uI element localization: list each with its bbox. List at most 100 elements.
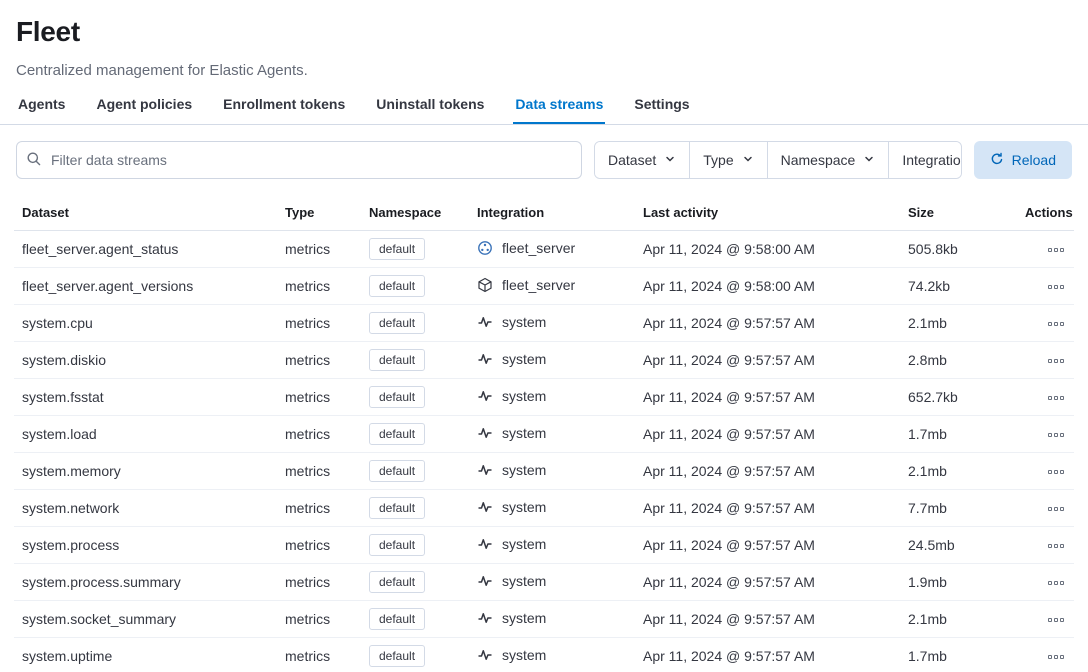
tab-label: Agents [18, 96, 65, 112]
dataset-cell: system.socket_summary [14, 601, 277, 638]
system-icon [477, 425, 493, 441]
ellipsis-menu-icon[interactable] [1046, 503, 1066, 515]
last-activity-cell: Apr 11, 2024 @ 9:57:57 AM [635, 601, 900, 638]
last-activity-cell: Apr 11, 2024 @ 9:57:57 AM [635, 564, 900, 601]
dataset-cell: fleet_server.agent_status [14, 231, 277, 268]
system-icon [477, 351, 493, 367]
column-header-size: Size [900, 199, 1017, 231]
namespace-badge: default [369, 275, 425, 297]
actions-cell [1017, 268, 1074, 305]
tab-settings[interactable]: Settings [632, 96, 691, 124]
table-row: fleet_server.agent_versions metrics defa… [14, 268, 1074, 305]
integration-label: system [502, 314, 546, 330]
search-box [16, 141, 582, 179]
namespace-badge: default [369, 608, 425, 630]
namespace-cell: default [361, 601, 469, 638]
type-cell: metrics [277, 305, 361, 342]
actions-cell [1017, 490, 1074, 527]
reload-button[interactable]: Reload [974, 141, 1072, 179]
system-icon [477, 388, 493, 404]
tab-enrollment-tokens[interactable]: Enrollment tokens [221, 96, 347, 124]
tab-agents[interactable]: Agents [16, 96, 67, 124]
namespace-cell: default [361, 379, 469, 416]
system-icon [477, 314, 493, 330]
type-filter-dropdown[interactable]: Type [689, 142, 766, 178]
namespace-filter-dropdown[interactable]: Namespace [767, 142, 889, 178]
dataset-cell: system.memory [14, 453, 277, 490]
dataset-cell: system.fsstat [14, 379, 277, 416]
namespace-badge: default [369, 571, 425, 593]
ellipsis-menu-icon[interactable] [1046, 244, 1066, 256]
dataset-filter-label: Dataset [608, 152, 656, 168]
last-activity-cell: Apr 11, 2024 @ 9:58:00 AM [635, 268, 900, 305]
ellipsis-menu-icon[interactable] [1046, 651, 1066, 663]
ellipsis-menu-icon[interactable] [1046, 429, 1066, 441]
search-icon [26, 151, 42, 167]
namespace-badge: default [369, 312, 425, 334]
dataset-cell: system.network [14, 490, 277, 527]
integration-cell: system [469, 379, 635, 416]
search-input[interactable] [16, 141, 582, 179]
integration-label: system [502, 388, 546, 404]
size-cell: 2.8mb [900, 342, 1017, 379]
integration-filter-dropdown[interactable]: Integration [888, 142, 961, 178]
dataset-cell: system.load [14, 416, 277, 453]
integration-label: fleet_server [502, 240, 575, 256]
last-activity-cell: Apr 11, 2024 @ 9:57:57 AM [635, 453, 900, 490]
ellipsis-menu-icon[interactable] [1046, 392, 1066, 404]
integration-label: system [502, 647, 546, 663]
system-icon [477, 536, 493, 552]
table-row: system.memory metrics default system Apr… [14, 453, 1074, 490]
type-cell: metrics [277, 564, 361, 601]
type-cell: metrics [277, 527, 361, 564]
last-activity-cell: Apr 11, 2024 @ 9:57:57 AM [635, 416, 900, 453]
type-cell: metrics [277, 638, 361, 672]
last-activity-cell: Apr 11, 2024 @ 9:57:57 AM [635, 379, 900, 416]
integration-label: system [502, 610, 546, 626]
dataset-cell: system.diskio [14, 342, 277, 379]
integration-label: system [502, 499, 546, 515]
namespace-cell: default [361, 416, 469, 453]
filter-bar: Dataset Type Namespace Integration [0, 125, 1088, 195]
table-row: system.socket_summary metrics default sy… [14, 601, 1074, 638]
integration-cell: system [469, 564, 635, 601]
type-cell: metrics [277, 268, 361, 305]
type-cell: metrics [277, 490, 361, 527]
type-cell: metrics [277, 231, 361, 268]
table-row: system.uptime metrics default system Apr… [14, 638, 1074, 672]
table-row: system.load metrics default system Apr 1… [14, 416, 1074, 453]
column-header-last-activity: Last activity [635, 199, 900, 231]
ellipsis-menu-icon[interactable] [1046, 466, 1066, 478]
last-activity-cell: Apr 11, 2024 @ 9:58:00 AM [635, 231, 900, 268]
integration-label: system [502, 351, 546, 367]
namespace-cell: default [361, 638, 469, 672]
tab-label: Data streams [515, 96, 603, 112]
system-icon [477, 610, 493, 626]
namespace-filter-label: Namespace [781, 152, 856, 168]
namespace-cell: default [361, 564, 469, 601]
actions-cell [1017, 416, 1074, 453]
ellipsis-menu-icon[interactable] [1046, 355, 1066, 367]
tab-uninstall-tokens[interactable]: Uninstall tokens [374, 96, 486, 124]
ellipsis-menu-icon[interactable] [1046, 318, 1066, 330]
type-cell: metrics [277, 342, 361, 379]
ellipsis-menu-icon[interactable] [1046, 577, 1066, 589]
page-title: Fleet [16, 16, 1072, 48]
ellipsis-menu-icon[interactable] [1046, 614, 1066, 626]
last-activity-cell: Apr 11, 2024 @ 9:57:57 AM [635, 342, 900, 379]
integration-cell: system [469, 490, 635, 527]
tab-agent-policies[interactable]: Agent policies [94, 96, 194, 124]
actions-cell [1017, 231, 1074, 268]
ellipsis-menu-icon[interactable] [1046, 281, 1066, 293]
table-row: fleet_server.agent_status metrics defaul… [14, 231, 1074, 268]
ellipsis-menu-icon[interactable] [1046, 540, 1066, 552]
size-cell: 7.7mb [900, 490, 1017, 527]
tab-data-streams[interactable]: Data streams [513, 96, 605, 124]
size-cell: 1.7mb [900, 416, 1017, 453]
dataset-filter-dropdown[interactable]: Dataset [595, 142, 689, 178]
integration-label: fleet_server [502, 277, 575, 293]
namespace-badge: default [369, 534, 425, 556]
tabs: Agents Agent policies Enrollment tokens … [16, 96, 1072, 124]
refresh-icon [990, 152, 1004, 169]
integration-cell: fleet_server [469, 231, 635, 268]
